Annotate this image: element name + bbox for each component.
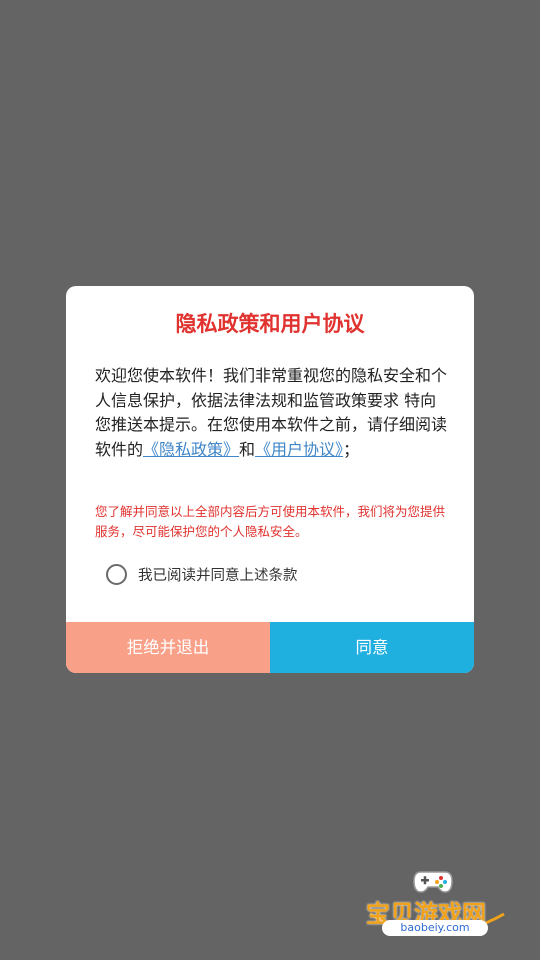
user-agreement-link[interactable]: 《用户协议》 [255, 440, 343, 459]
agree-radio[interactable] [106, 563, 127, 585]
dialog-title: 隐私政策和用户协议 [175, 312, 365, 336]
body-end: ； [343, 439, 360, 459]
reject-exit-button[interactable]: 拒绝并退出 [66, 622, 270, 673]
agree-button[interactable]: 同意 [270, 622, 474, 673]
consent-warning: 您了解并同意以上全部内容后方可使用本软件，我们将为您提供服务，尽可能保护您的个人… [95, 504, 446, 539]
watermark-url: baobeiy.com [382, 920, 488, 936]
body-connector: 和 [239, 439, 256, 459]
dialog-body: 欢迎您使本软件！我们非常重视您的隐私安全和个人信息保护，依据法律法规和监管政策要… [95, 364, 447, 462]
site-watermark: 宝贝游戏网 baobeiy.com [362, 864, 512, 944]
gamepad-icon [413, 871, 453, 893]
privacy-policy-link[interactable]: 《隐私政策》 [143, 440, 239, 459]
agree-checkbox-row[interactable]: 我已阅读并同意上述条款 [106, 563, 298, 585]
privacy-dialog: 隐私政策和用户协议 欢迎您使本软件！我们非常重视您的隐私安全和个人信息保护，依据… [66, 286, 474, 673]
agree-checkbox-label[interactable]: 我已阅读并同意上述条款 [138, 564, 298, 585]
